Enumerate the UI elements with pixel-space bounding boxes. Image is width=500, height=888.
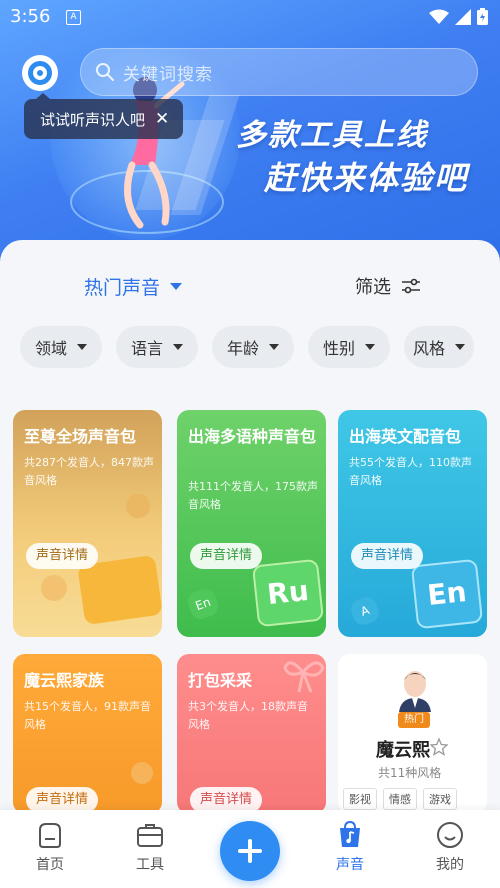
style-count: 共11种风格 <box>378 766 442 780</box>
voice-detail-button[interactable]: 声音详情 <box>26 543 99 569</box>
card-title: 魔云熙家族 <box>24 671 105 690</box>
chevron-down-icon <box>170 283 183 290</box>
nav-label: 首页 <box>36 857 64 873</box>
voice-detail-button[interactable]: 声音详情 <box>351 543 424 569</box>
voice-pack-card[interactable]: 打包采采 共3个发音人，18款声音风格 声音详情 <box>177 654 326 814</box>
status-time: 3:56 <box>10 6 51 27</box>
music-bag-icon <box>340 820 360 847</box>
decor-dot <box>131 762 153 784</box>
card-title: 出海英文配音包 <box>349 427 462 446</box>
voice-pack-card[interactable]: 出海多语种声音包 共111个发音人，175款声音风格 Ru En 声音详情 <box>177 410 326 637</box>
wifi-icon <box>429 9 449 24</box>
sliders-icon <box>402 278 420 294</box>
banner-headline-2: 赶快来体验吧 <box>264 159 469 197</box>
signal-icon <box>455 8 471 25</box>
caret-down-icon <box>269 344 279 350</box>
search-input[interactable]: 关键词搜索 <box>80 48 478 96</box>
smiley-icon <box>437 822 463 848</box>
banner-headline-1: 多款工具上线 <box>236 118 428 153</box>
voice-pack-card[interactable]: 出海英文配音包 共55个发音人，110款声音风格 En A 声音详情 <box>338 410 487 637</box>
chip-age[interactable]: 年龄 <box>212 326 294 368</box>
english-mini-badge: En <box>185 586 221 622</box>
nav-me[interactable]: 我的 <box>420 820 480 874</box>
caret-down-icon <box>455 344 465 350</box>
close-icon[interactable]: ✕ <box>155 109 169 129</box>
card-title: 出海多语种声音包 <box>188 427 317 446</box>
status-bar: 3:56 A <box>0 0 500 34</box>
caret-down-icon <box>77 344 87 350</box>
search-icon <box>96 63 114 81</box>
chip-label: 风格 <box>412 339 445 358</box>
chip-label: 性别 <box>322 339 355 358</box>
voice-pack-card[interactable]: 魔云熙家族 共15个发音人，91款声音风格 声音详情 <box>13 654 162 814</box>
style-tag: 情感 <box>383 788 417 810</box>
hot-badge: 热门 <box>398 712 430 728</box>
card-description: 共111个发音人，175款声音风格 <box>188 480 318 511</box>
notification-icon: A <box>66 10 81 25</box>
tooltip-text: 试试听声识人吧 <box>40 110 146 129</box>
sort-dropdown[interactable]: 热门声音 <box>84 273 183 300</box>
chip-label: 年龄 <box>226 339 259 358</box>
card-description: 共287个发音人，847款声音风格 <box>24 456 154 487</box>
filter-chips: 领域 语言 年龄 性别 风格 <box>20 326 500 368</box>
filter-label: 筛选 <box>355 277 391 298</box>
star-icon[interactable] <box>430 738 448 756</box>
coin-icon <box>41 575 67 601</box>
voice-recognition-tooltip[interactable]: 试试听声识人吧 ✕ <box>24 93 184 139</box>
letter-a-badge: A <box>348 594 382 628</box>
nav-label: 我的 <box>436 857 464 873</box>
toolbox-icon <box>137 824 163 847</box>
voice-detail-button[interactable]: 声音详情 <box>190 543 263 569</box>
voice-actor-card[interactable]: 热门 魔云熙 共11种风格 影视 情感 游戏 <box>338 654 487 814</box>
voice-pack-card[interactable]: 至尊全场声音包 共287个发音人，847款声音风格 声音详情 <box>13 410 162 637</box>
filter-button[interactable]: 筛选 <box>355 273 421 299</box>
ribbon-bow-icon <box>283 661 325 693</box>
chip-label: 语言 <box>130 339 163 358</box>
card-description: 共15个发音人，91款声音风格 <box>24 700 151 731</box>
battery-icon <box>477 8 488 25</box>
home-icon <box>39 823 61 848</box>
nav-label: 工具 <box>136 857 164 873</box>
sort-label: 热门声音 <box>84 277 161 299</box>
card-title: 至尊全场声音包 <box>24 427 137 446</box>
nav-tools[interactable]: 工具 <box>120 820 180 874</box>
caret-down-icon <box>365 344 375 350</box>
search-placeholder: 关键词搜索 <box>123 64 213 85</box>
nav-label: 声音 <box>336 857 364 873</box>
add-button[interactable] <box>220 821 280 881</box>
app-logo[interactable] <box>22 55 58 91</box>
chip-style[interactable]: 风格 <box>404 326 474 368</box>
russian-badge-illustration: Ru <box>251 558 325 628</box>
voice-actor-name: 魔云熙 <box>376 740 430 761</box>
chip-domain[interactable]: 领域 <box>20 326 102 368</box>
style-tag: 影视 <box>343 788 377 810</box>
chip-label: 领域 <box>34 339 67 358</box>
avatar <box>399 671 431 712</box>
style-tag: 游戏 <box>423 788 457 810</box>
card-description: 共55个发音人，110款声音风格 <box>349 456 472 487</box>
sort-row: 热门声音 筛选 <box>0 270 500 304</box>
chip-gender[interactable]: 性别 <box>308 326 390 368</box>
card-description: 共3个发音人，18款声音风格 <box>188 700 308 731</box>
chip-language[interactable]: 语言 <box>116 326 198 368</box>
caret-down-icon <box>173 344 183 350</box>
coin-icon <box>126 494 150 518</box>
english-badge-illustration: En <box>410 558 484 630</box>
nav-voice[interactable]: 声音 <box>320 820 380 874</box>
nav-home[interactable]: 首页 <box>20 820 80 874</box>
